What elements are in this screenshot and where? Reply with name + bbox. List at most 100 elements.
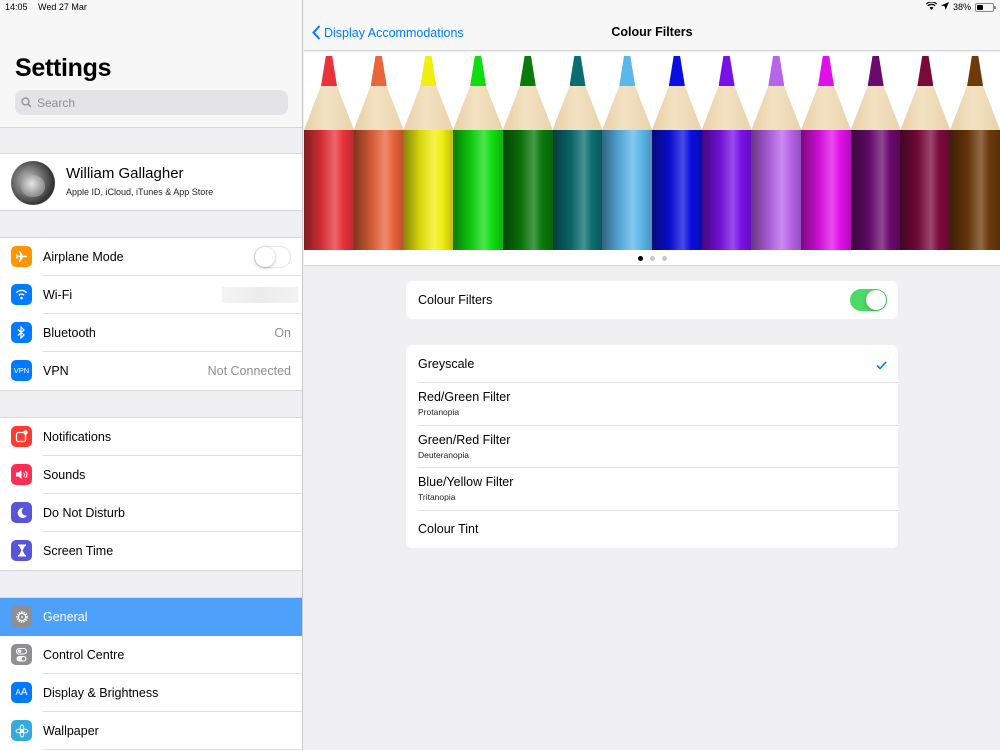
sidebar: Settings Search William Gallagher Apple …: [0, 0, 303, 750]
filter-option-green-red[interactable]: Green/Red Filter Deuteranopia: [417, 426, 898, 468]
status-time: 14:05: [5, 2, 28, 12]
pencil: [801, 56, 851, 250]
profile-subtitle: Apple ID, iCloud, iTunes & App Store: [66, 187, 214, 197]
search-input[interactable]: Search: [15, 90, 288, 115]
option-title: Colour Tint: [418, 522, 479, 536]
filter-option-greyscale[interactable]: Greyscale: [417, 345, 898, 383]
wifi-network-value-redacted: [222, 287, 298, 303]
option-title: Blue/Yellow Filter: [418, 475, 514, 489]
battery-fill: [977, 4, 983, 10]
page-control[interactable]: [304, 256, 1000, 261]
battery-icon: [975, 2, 996, 12]
sidebar-item-vpn[interactable]: VPN VPN Not Connected: [0, 352, 302, 390]
pencil-wood: [900, 86, 951, 130]
sidebar-item-label: Control Centre: [43, 648, 125, 662]
option-subtitle: Tritanopia: [418, 492, 456, 502]
sidebar-item-airplane-mode[interactable]: Airplane Mode: [0, 238, 302, 276]
pencil-tip: [917, 56, 934, 86]
notifications-icon: [11, 426, 32, 447]
sidebar-item-screen-time[interactable]: Screen Time: [0, 532, 302, 570]
bluetooth-value: On: [274, 326, 291, 340]
sidebar-item-label: Wallpaper: [43, 724, 99, 738]
sidebar-item-label: VPN: [43, 364, 69, 378]
filter-option-colour-tint[interactable]: Colour Tint: [417, 511, 898, 548]
colour-filter-preview[interactable]: [304, 52, 1000, 266]
sidebar-item-sounds[interactable]: Sounds: [0, 456, 302, 494]
sidebar-item-do-not-disturb[interactable]: Do Not Disturb: [0, 494, 302, 532]
pencil-tip: [569, 56, 586, 86]
vpn-icon: VPN: [11, 360, 32, 381]
pencil-wood: [453, 86, 504, 130]
page-dot[interactable]: [661, 256, 667, 261]
sidebar-item-wallpaper[interactable]: Wallpaper: [0, 712, 302, 750]
pencil-wood: [353, 86, 404, 130]
toggle-knob: [866, 290, 886, 310]
pencil: [403, 56, 454, 250]
battery-percent: 38%: [952, 2, 971, 12]
pencil-body: [353, 130, 404, 250]
colour-filters-toggle[interactable]: [850, 289, 887, 311]
filter-options-list: Greyscale Red/Green Filter Protanopia Gr…: [406, 345, 898, 548]
filter-option-red-green[interactable]: Red/Green Filter Protanopia: [417, 383, 898, 426]
pencil-body: [304, 130, 354, 250]
pencil-body: [552, 130, 603, 250]
pencil-tip: [867, 56, 884, 86]
flower-icon: [11, 720, 32, 741]
pencil-wood: [701, 86, 752, 130]
status-date: Wed 27 Mar: [38, 2, 87, 12]
sidebar-item-label: Screen Time: [43, 544, 114, 558]
pencil-body: [602, 130, 653, 250]
apple-id-profile[interactable]: William Gallagher Apple ID, iCloud, iTun…: [0, 153, 302, 211]
pencil-wood: [552, 86, 603, 130]
pencil: [651, 56, 702, 250]
sidebar-item-label: Bluetooth: [43, 326, 96, 340]
search-placeholder: Search: [37, 95, 76, 110]
pencil-tip: [321, 56, 337, 86]
location-icon: [940, 2, 949, 12]
settings-group-general: General Control Centre AA Display & Brig…: [0, 597, 302, 750]
sounds-icon: [11, 464, 32, 485]
pencil-wood: [502, 86, 553, 130]
bluetooth-icon: [11, 322, 32, 343]
sidebar-item-label: Do Not Disturb: [43, 506, 125, 520]
pencil-tip: [768, 56, 785, 86]
moon-icon: [11, 502, 32, 523]
pencil-body: [502, 130, 553, 250]
pencil: [900, 56, 951, 250]
sidebar-item-display-brightness[interactable]: AA Display & Brightness: [0, 674, 302, 712]
sidebar-item-notifications[interactable]: Notifications: [0, 418, 302, 456]
pencil-wood: [801, 86, 851, 130]
sidebar-item-general[interactable]: General: [0, 598, 302, 636]
sidebar-item-label: Wi-Fi: [43, 288, 73, 302]
pencil: [751, 56, 802, 250]
pencil: [304, 56, 354, 250]
pencil-tip: [420, 56, 437, 86]
sidebar-item-bluetooth[interactable]: Bluetooth On: [0, 314, 302, 352]
pencil-wood: [751, 86, 802, 130]
page-title: Colour Filters: [611, 25, 693, 39]
filter-option-blue-yellow[interactable]: Blue/Yellow Filter Tritanopia: [417, 468, 898, 511]
settings-group-connectivity: Airplane Mode Wi-Fi Bluetooth On VPN VPN…: [0, 237, 302, 391]
pencil-body: [403, 130, 454, 250]
sidebar-title: Settings: [15, 54, 112, 82]
page-dot[interactable]: [637, 256, 643, 261]
pencil-wood: [850, 86, 901, 130]
avatar: [11, 161, 55, 205]
detail-pane: Display Accommodations Colour Filters Co…: [304, 0, 1000, 750]
pencil: [453, 56, 504, 250]
vpn-value: Not Connected: [207, 364, 291, 378]
pencils-preview-image: [304, 52, 1000, 250]
sidebar-item-control-centre[interactable]: Control Centre: [0, 636, 302, 674]
option-title: Green/Red Filter: [418, 433, 511, 447]
airplane-mode-toggle[interactable]: [254, 246, 291, 268]
pencil-tip: [519, 56, 536, 86]
sidebar-item-label: Notifications: [43, 430, 112, 444]
option-subtitle: Protanopia: [418, 407, 460, 417]
pencil-wood: [403, 86, 454, 130]
sidebar-item-wifi[interactable]: Wi-Fi: [0, 276, 302, 314]
sidebar-item-label: Sounds: [43, 468, 86, 482]
pencil: [353, 56, 404, 250]
page-dot[interactable]: [649, 256, 655, 261]
pencil-tip: [967, 56, 984, 86]
pencil-tip: [470, 56, 487, 86]
